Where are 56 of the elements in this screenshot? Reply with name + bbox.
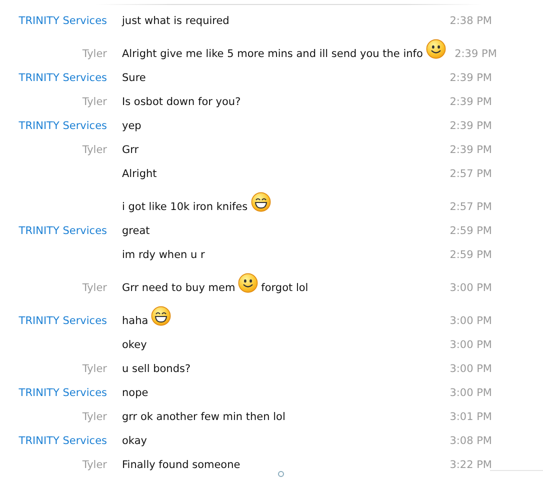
message-text: okay (122, 435, 147, 448)
message-text: i got like 10k iron knifes (122, 201, 248, 214)
message-text: Finally found someone (122, 459, 240, 472)
message-time: 3:00 PM (448, 315, 492, 329)
message-text: okey (122, 339, 147, 352)
message-time: 2:39 PM (448, 72, 492, 86)
sender-name: TRINITY Services (18, 120, 107, 134)
message-text: u sell bonds? (122, 363, 191, 376)
message-time: 2:38 PM (448, 15, 492, 29)
message-time: 2:39 PM (448, 120, 492, 134)
message-time: 3:08 PM (448, 435, 492, 449)
message-time: 3:01 PM (448, 411, 492, 425)
sender-name: TRINITY Services (18, 315, 107, 329)
sender-name: TRINITY Services (18, 435, 107, 449)
smiley-icon (426, 39, 446, 59)
message-time: 2:39 PM (448, 144, 492, 158)
message-time: 3:00 PM (448, 387, 492, 401)
message-text: Sure (122, 72, 146, 85)
message-text: nope (122, 387, 148, 400)
message-time: 2:39 PM (454, 48, 497, 62)
message-text: just what is required (122, 15, 230, 28)
message-text: Grr (122, 144, 139, 157)
sender-name: TRINITY Services (18, 72, 107, 86)
message-text: grr ok another few min then lol (122, 411, 286, 424)
message-time: 3:00 PM (448, 282, 492, 296)
sender-name: TRINITY Services (18, 15, 107, 29)
message-text: Is osbot down for you? (122, 96, 241, 109)
loading-dot-icon (278, 471, 284, 477)
message-time: 3:00 PM (448, 339, 492, 353)
message-text: great (122, 225, 150, 238)
message-text: yep (122, 120, 142, 133)
message-text: forgot lol (261, 282, 308, 295)
message-time: 2:57 PM (448, 201, 492, 215)
sender-name: Tyler (81, 411, 107, 425)
sender-name: TRINITY Services (18, 387, 107, 401)
sender-name: Tyler (81, 48, 107, 62)
sender-name: TRINITY Services (18, 225, 107, 239)
message-text: Alright give me like 5 more mins and ill send you the info (122, 48, 423, 61)
message-time: 2:57 PM (448, 168, 492, 182)
message-time: 2:59 PM (448, 225, 492, 239)
message-text: Grr need to buy mem (122, 282, 236, 295)
sender-name: Tyler (81, 282, 107, 296)
message-time: 3:22 PM (448, 459, 492, 473)
message-text: Alright (122, 168, 157, 181)
grinning-icon (250, 192, 271, 212)
grinning-icon (151, 306, 172, 326)
message-text: im rdy when u r (122, 249, 205, 262)
smiley-icon (238, 273, 258, 293)
sender-name: Tyler (81, 459, 107, 473)
message-time: 3:00 PM (448, 363, 492, 377)
sender-name: Tyler (81, 96, 107, 110)
message-text: haha (122, 315, 148, 328)
message-time: 2:59 PM (448, 249, 492, 263)
sender-name: Tyler (81, 144, 107, 158)
message-time: 2:39 PM (448, 96, 492, 110)
sender-name: Tyler (81, 363, 107, 377)
